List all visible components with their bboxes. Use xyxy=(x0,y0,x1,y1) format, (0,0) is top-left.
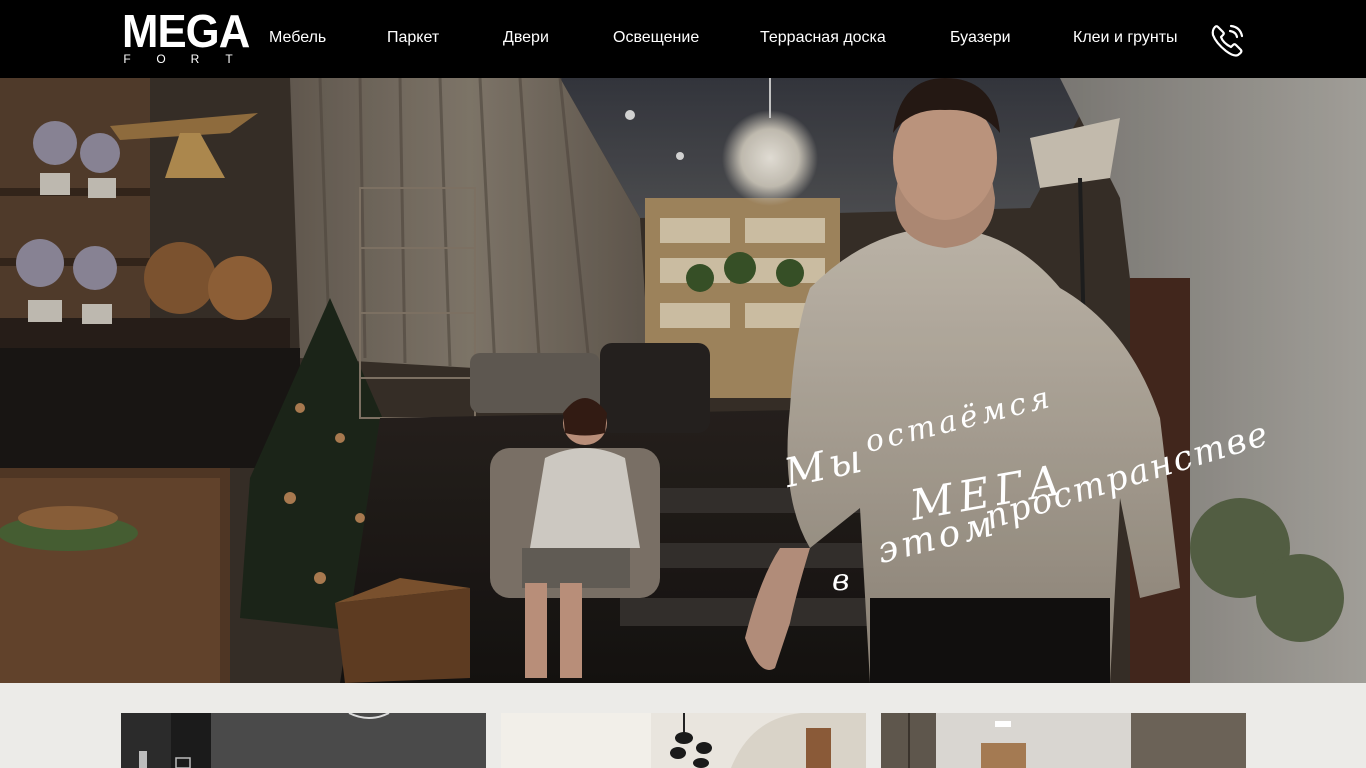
category-section xyxy=(0,683,1366,768)
slogan-in: в xyxy=(832,563,854,598)
logo-wordmark: MEGA xyxy=(122,5,250,57)
hero-video[interactable]: Мы остаёмся МЕГА в этом пространстве xyxy=(0,78,1366,683)
hero-slogan: Мы остаёмся МЕГА в этом пространстве xyxy=(780,379,1274,603)
category-card-2[interactable] xyxy=(501,713,866,768)
category-card-image xyxy=(881,713,1246,768)
nav-item-parquet[interactable]: Паркет xyxy=(387,28,439,48)
category-card-image xyxy=(121,713,486,768)
nav-item-boiserie[interactable]: Буазери xyxy=(950,28,1011,48)
category-card-1[interactable] xyxy=(121,713,486,768)
nav-item-furniture[interactable]: Мебель xyxy=(269,28,326,48)
category-card-image xyxy=(501,713,866,768)
category-card-3[interactable] xyxy=(881,713,1246,768)
nav-item-lighting[interactable]: Освещение xyxy=(613,28,699,48)
site-header: MEGA F O R T Мебель Паркет Двери Освещен… xyxy=(0,0,1366,78)
phone-icon[interactable] xyxy=(1209,21,1247,59)
slogan-we: Мы xyxy=(780,435,870,497)
nav-item-glues-primers[interactable]: Клеи и грунты xyxy=(1073,28,1178,48)
nav-item-terrace-board[interactable]: Террасная доска xyxy=(760,28,886,48)
nav-item-doors[interactable]: Двери xyxy=(503,28,549,48)
megafort-logo[interactable]: MEGA F O R T xyxy=(122,5,250,67)
